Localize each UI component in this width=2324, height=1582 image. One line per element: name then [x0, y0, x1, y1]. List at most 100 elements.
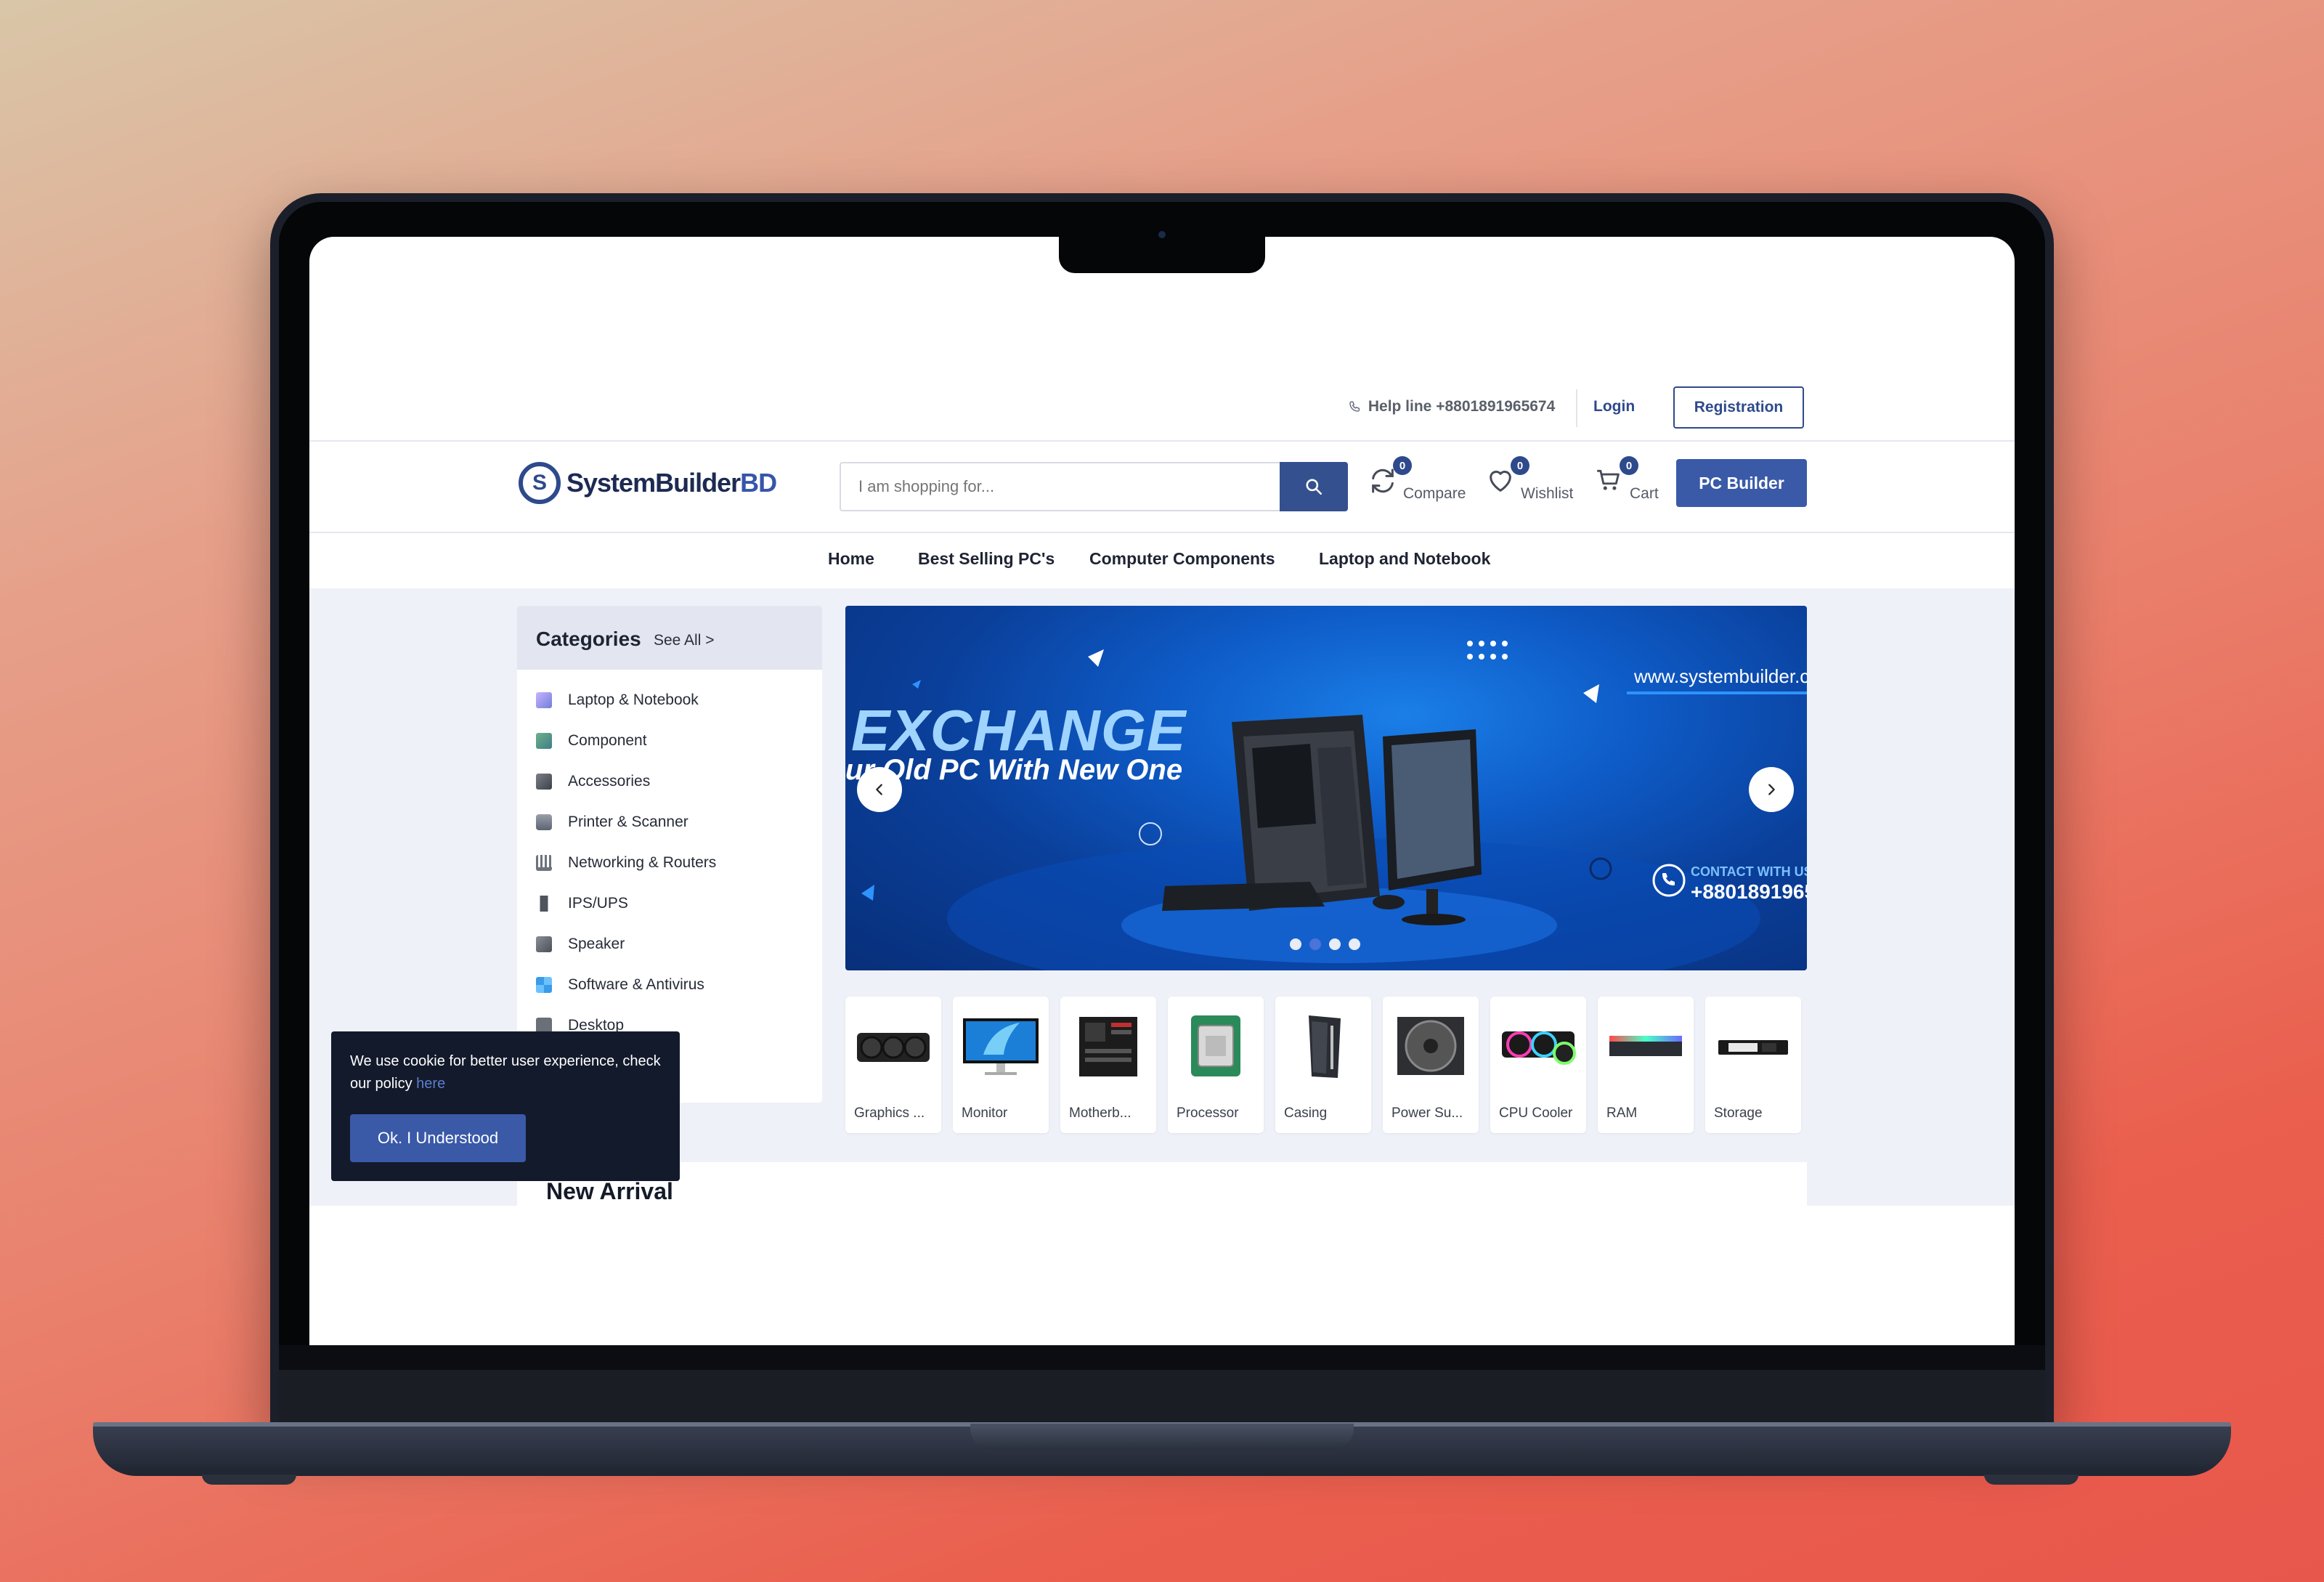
category-label: Software & Antivirus	[568, 976, 704, 993]
camera	[1158, 231, 1166, 238]
logo-s-icon: S	[519, 462, 561, 504]
search-button[interactable]	[1280, 462, 1348, 511]
category-label: Component	[568, 732, 647, 749]
laptop-screen: Help line +8801891965674 Login Registrat…	[309, 237, 2015, 1345]
wishlist-button[interactable]: 0 Wishlist	[1486, 456, 1573, 502]
cookie-banner: We use cookie for better user experience…	[331, 1031, 680, 1181]
login-link[interactable]: Login	[1593, 398, 1635, 415]
new-arrival-heading: New Arrival	[546, 1178, 673, 1204]
product-label: Graphics ...	[854, 1106, 925, 1121]
component-icon	[536, 733, 552, 749]
wishlist-count-badge: 0	[1511, 456, 1529, 475]
product-label: Processor	[1177, 1106, 1239, 1121]
category-ips-ups[interactable]: IPS/UPS	[536, 889, 628, 918]
category-printer-scanner[interactable]: Printer & Scanner	[536, 808, 688, 837]
cpu-cooler-image	[1502, 1031, 1576, 1065]
heart-icon	[1490, 471, 1511, 492]
category-component[interactable]: Component	[536, 726, 647, 755]
category-software-antivirus[interactable]: Software & Antivirus	[536, 970, 704, 999]
slide-dot-3[interactable]	[1329, 938, 1341, 950]
screen-notch	[1059, 237, 1265, 273]
category-networking-routers[interactable]: Networking & Routers	[536, 848, 716, 877]
product-tile-graphics-card[interactable]: Graphics ...	[845, 997, 941, 1133]
processor-image	[1191, 1015, 1240, 1076]
product-tile-power-supply[interactable]: Power Su...	[1383, 997, 1479, 1133]
nav-laptop-and-notebook[interactable]: Laptop and Notebook	[1319, 549, 1490, 569]
product-label: Motherb...	[1069, 1106, 1131, 1121]
new-arrival-section	[517, 1162, 1807, 1206]
product-tile-motherboard[interactable]: Motherb...	[1060, 997, 1156, 1133]
banner-contact-number: +88018919656	[1691, 880, 1807, 903]
cookie-policy-link[interactable]: here	[416, 1076, 445, 1092]
category-accessories[interactable]: Accessories	[536, 767, 650, 796]
slide-dot-1[interactable]	[1290, 938, 1301, 950]
nav-home[interactable]: Home	[828, 549, 874, 569]
laptop-foot-left	[202, 1474, 296, 1485]
compare-count-badge: 0	[1393, 456, 1412, 475]
printer-icon	[536, 814, 552, 830]
compare-button[interactable]: 0 Compare	[1368, 456, 1466, 502]
cart-button[interactable]: 0 Cart	[1595, 456, 1659, 502]
product-label: Storage	[1714, 1106, 1763, 1121]
ups-icon	[536, 896, 552, 912]
slide-dot-2-active[interactable]	[1309, 938, 1321, 950]
laptop-hinge	[279, 1370, 2045, 1422]
screen-lower-area	[309, 1206, 2015, 1345]
product-tile-processor[interactable]: Processor	[1168, 997, 1264, 1133]
product-tile-storage[interactable]: Storage	[1705, 997, 1801, 1133]
cookie-accept-button[interactable]: Ok. I Understood	[350, 1114, 526, 1162]
chevron-right-icon	[1768, 784, 1775, 795]
compare-icon	[1372, 468, 1394, 493]
product-tile-cpu-cooler[interactable]: CPU Cooler	[1490, 997, 1586, 1133]
product-label: RAM	[1606, 1106, 1638, 1121]
ram-image	[1609, 1036, 1682, 1056]
product-label: Power Su...	[1391, 1106, 1463, 1121]
accessories-icon	[536, 774, 552, 790]
banner-prev-button[interactable]	[857, 767, 902, 812]
nav-computer-components[interactable]: Computer Components	[1089, 549, 1275, 569]
product-tile-monitor[interactable]: Monitor	[953, 997, 1049, 1133]
cart-count-badge: 0	[1620, 456, 1638, 475]
pc-builder-button[interactable]: PC Builder	[1676, 459, 1807, 507]
graphics-card-image	[857, 1033, 930, 1062]
topbar-divider	[1576, 389, 1577, 427]
registration-button[interactable]: Registration	[1673, 386, 1804, 429]
router-icon	[536, 855, 552, 871]
storage-image	[1718, 1040, 1788, 1055]
category-label: Printer & Scanner	[568, 814, 688, 830]
laptop-thumb-notch	[970, 1424, 1354, 1450]
product-tile-ram[interactable]: RAM	[1598, 997, 1694, 1133]
search-bar	[840, 462, 1348, 511]
site-logo[interactable]: S SystemBuilderBD	[519, 462, 777, 504]
slide-dot-4[interactable]	[1349, 938, 1360, 950]
category-laptop-notebook[interactable]: Laptop & Notebook	[536, 686, 699, 715]
hero-banner[interactable]: EXCHANGE ur Old PC With New One www.syst…	[845, 606, 1807, 970]
logo-main-text: SystemBuilder	[566, 468, 741, 498]
logo-accent-text: BD	[740, 468, 777, 498]
phone-icon	[1349, 401, 1360, 412]
cart-label: Cart	[1630, 485, 1659, 502]
product-tile-casing[interactable]: Casing	[1275, 997, 1371, 1133]
search-input[interactable]	[841, 463, 1280, 510]
banner-website: www.systembuilder.co	[1634, 665, 1807, 687]
compare-label: Compare	[1403, 485, 1466, 502]
monitor-image	[963, 1018, 1039, 1075]
banner-next-button[interactable]	[1749, 767, 1794, 812]
see-all-link[interactable]: See All >	[654, 632, 714, 649]
banner-contact-label: CONTACT WITH US :	[1691, 864, 1807, 879]
motherboard-image	[1079, 1017, 1137, 1076]
category-label: Speaker	[568, 936, 625, 952]
nav-best-selling-pcs[interactable]: Best Selling PC's	[918, 549, 1055, 569]
helpline-text: Help line +8801891965674	[1368, 398, 1556, 415]
search-icon	[1306, 479, 1323, 495]
speaker-icon	[536, 936, 552, 952]
category-label: Laptop & Notebook	[568, 691, 699, 708]
power-supply-image	[1397, 1017, 1464, 1075]
chevron-left-icon	[876, 784, 882, 795]
cookie-text: We use cookie for better user experience…	[350, 1050, 670, 1095]
product-label: CPU Cooler	[1499, 1106, 1573, 1121]
banner-art	[861, 641, 1807, 970]
product-label: Casing	[1284, 1106, 1328, 1121]
category-speaker[interactable]: Speaker	[536, 930, 625, 959]
category-label: Networking & Routers	[568, 854, 717, 871]
